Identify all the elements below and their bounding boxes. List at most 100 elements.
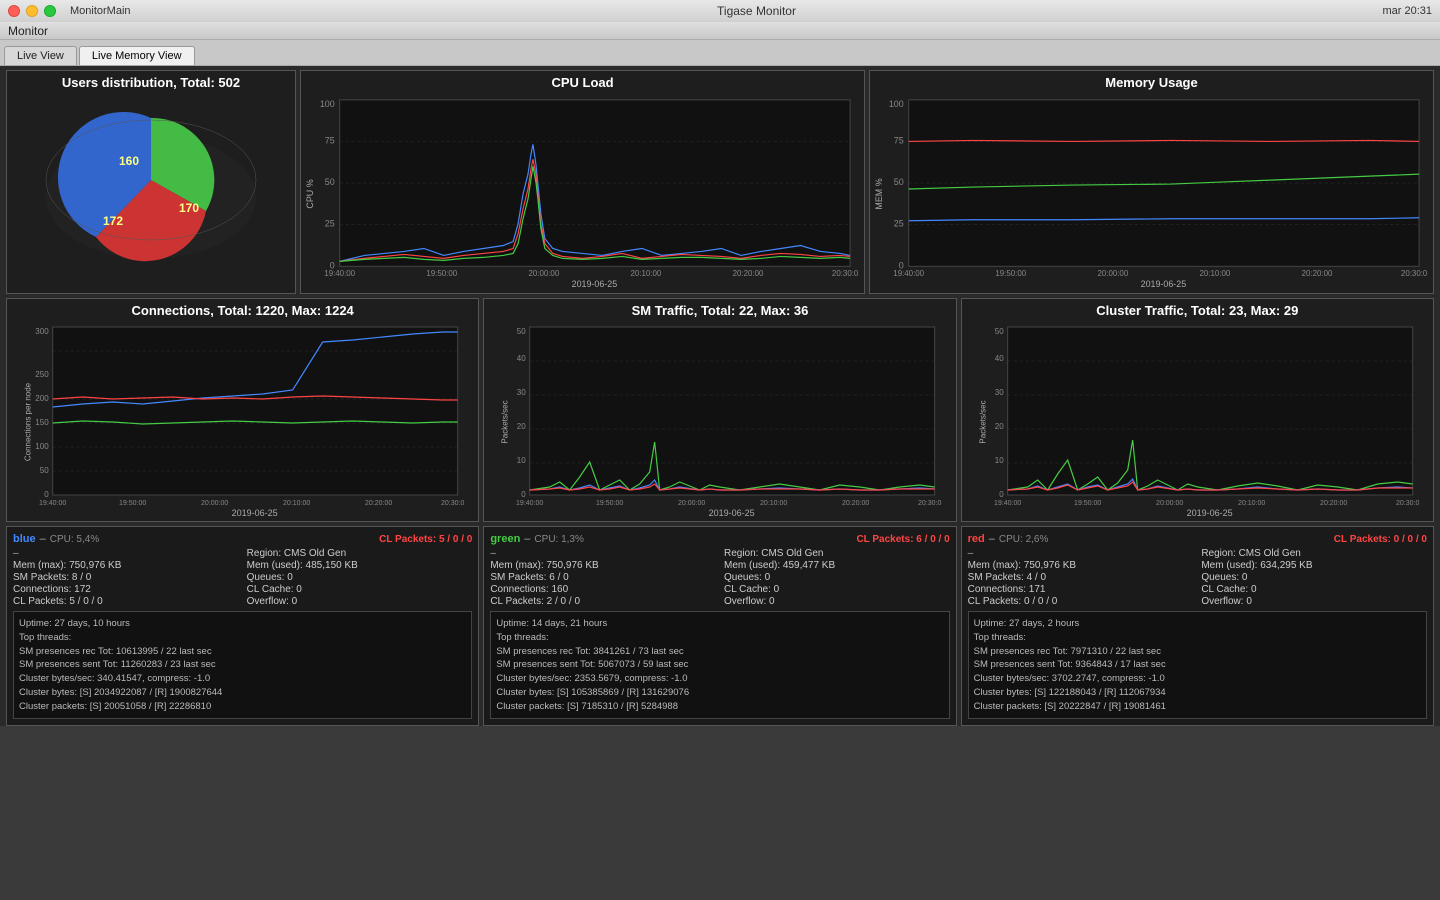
menu-item-monitor[interactable]: Monitor <box>8 24 48 38</box>
node-green-connections: Connections: 160 <box>490 584 716 595</box>
pie-chart-svg: 160 170 172 <box>31 97 271 267</box>
cl-y-50: 50 <box>994 327 1003 336</box>
sm-chart: Packets/sec 0 10 20 30 40 50 19:40:00 <box>488 322 951 517</box>
node-blue-cl-packets-header: CL Packets: 5 / 0 / 0 <box>379 534 472 545</box>
maximize-button[interactable] <box>44 5 56 17</box>
node-blue-region: Region: CMS Old Gen <box>247 548 473 559</box>
node-green-queues: Queues: 0 <box>724 572 950 583</box>
conn-x-4: 20:10:00 <box>283 500 310 507</box>
mem-x-1: 19:40:00 <box>893 269 924 278</box>
node-blue-mem-used: Mem (used): 485,150 KB <box>247 560 473 571</box>
node-red-dash: – <box>989 533 995 545</box>
node-blue-name: blue <box>13 533 36 545</box>
cpu-y-25: 25 <box>325 219 335 229</box>
sm-x-1: 19:40:00 <box>516 500 543 507</box>
minimize-button[interactable] <box>26 5 38 17</box>
node-red-line4: Cluster bytes: [S] 122188043 / [R] 11206… <box>974 686 1421 700</box>
cl-x-3: 20:00:00 <box>1156 500 1183 507</box>
cpu-load-panel: CPU Load CPU % 0 25 50 75 100 <box>300 70 865 294</box>
users-distribution-panel: Users distribution, Total: 502 <box>6 70 296 294</box>
conn-y-100: 100 <box>35 442 49 451</box>
node-red-cl-cache: CL Cache: 0 <box>1201 584 1427 595</box>
mem-x-6: 20:30:0 <box>1401 269 1428 278</box>
mem-x-2: 19:50:00 <box>995 269 1026 278</box>
node-red-mem-max: Mem (max): 750,976 KB <box>968 560 1194 571</box>
cpu-y-50: 50 <box>325 177 335 187</box>
tab-live-memory-view[interactable]: Live Memory View <box>79 46 195 65</box>
node-blue-connections: Connections: 172 <box>13 584 239 595</box>
node-red-dash2: – <box>968 548 1194 559</box>
node-green-line3: Cluster bytes/sec: 2353.5679, compress: … <box>496 672 943 686</box>
pie-label-172: 172 <box>103 214 123 228</box>
node-green-name: green <box>490 533 520 545</box>
sm-y-30: 30 <box>517 388 526 397</box>
cl-x-2: 19:50:00 <box>1074 500 1101 507</box>
memory-usage-panel: Memory Usage MEM % 0 25 50 75 100 19:40:… <box>869 70 1434 294</box>
cpu-x-1: 19:40:00 <box>324 269 355 278</box>
node-red-overflow: Overflow: 0 <box>1201 596 1427 607</box>
cl-y-30: 30 <box>994 388 1003 397</box>
cpu-load-chart: CPU % 0 25 50 75 100 19:40 <box>305 94 860 289</box>
mem-y-label: MEM % <box>874 178 884 209</box>
menu-bar: Monitor <box>0 22 1440 40</box>
node-green-line1: SM presences rec Tot: 3841261 / 73 last … <box>496 645 943 659</box>
cl-date: 2019-06-25 <box>1186 508 1232 517</box>
sm-x-3: 20:00:00 <box>678 500 705 507</box>
node-red-line3: Cluster bytes/sec: 3702.2747, compress: … <box>974 672 1421 686</box>
pie-chart: 160 170 172 <box>11 94 291 269</box>
conn-x-5: 20:20:00 <box>365 500 392 507</box>
pie-label-170: 170 <box>179 201 199 215</box>
sm-traffic-title: SM Traffic, Total: 22, Max: 36 <box>488 303 951 318</box>
node-blue-details: Uptime: 27 days, 10 hours Top threads: S… <box>13 611 472 719</box>
time-display: mar 20:31 <box>1382 5 1432 17</box>
node-green-dash: – <box>524 533 530 545</box>
cpu-y-label: CPU % <box>305 179 315 208</box>
memory-usage-title: Memory Usage <box>874 75 1429 90</box>
cl-y-20: 20 <box>994 422 1003 431</box>
node-red-line5: Cluster packets: [S] 20222847 / [R] 1908… <box>974 700 1421 714</box>
node-green-line5: Cluster packets: [S] 7185310 / [R] 52849… <box>496 700 943 714</box>
node-red-details: Uptime: 27 days, 2 hours Top threads: SM… <box>968 611 1427 719</box>
node-blue-line5: Cluster packets: [S] 20051058 / [R] 2228… <box>19 700 466 714</box>
node-blue-queues: Queues: 0 <box>247 572 473 583</box>
node-green-cl-cache: CL Cache: 0 <box>724 584 950 595</box>
sm-y-10: 10 <box>517 456 526 465</box>
conn-date: 2019-06-25 <box>232 508 278 517</box>
cluster-traffic-panel: Cluster Traffic, Total: 23, Max: 29 Pack… <box>961 298 1434 522</box>
sm-y-40: 40 <box>517 354 526 363</box>
conn-y-label: Connections per node <box>24 382 33 461</box>
tab-live-view[interactable]: Live View <box>4 46 77 65</box>
node-blue-dash2: – <box>13 548 239 559</box>
node-green-cl-packets2: CL Packets: 2 / 0 / 0 <box>490 596 716 607</box>
node-red-sm-packets: SM Packets: 4 / 0 <box>968 572 1194 583</box>
node-green-top-threads: Top threads: <box>496 631 943 645</box>
system-tray: mar 20:31 <box>1382 5 1432 17</box>
conn-y-50: 50 <box>40 466 49 475</box>
cpu-x-6: 20:30:0 <box>832 269 859 278</box>
node-info-row: blue – CPU: 5,4% CL Packets: 5 / 0 / 0 –… <box>6 526 1434 726</box>
node-red-cl-packets-header: CL Packets: 0 / 0 / 0 <box>1334 534 1427 545</box>
cpu-chart-bg <box>340 100 850 267</box>
window-controls: MonitorMain <box>8 5 131 17</box>
cpu-load-title: CPU Load <box>305 75 860 90</box>
node-blue-uptime: Uptime: 27 days, 10 hours <box>19 617 466 631</box>
cpu-y-75: 75 <box>325 135 335 145</box>
node-blue-cl-cache: CL Cache: 0 <box>247 584 473 595</box>
sm-y-0: 0 <box>522 490 527 499</box>
node-green-line4: Cluster bytes: [S] 105385869 / [R] 13162… <box>496 686 943 700</box>
mem-y-100: 100 <box>889 99 904 109</box>
node-green-mem-used: Mem (used): 459,477 KB <box>724 560 950 571</box>
cpu-x-2: 19:50:00 <box>426 269 457 278</box>
node-green-region: Region: CMS Old Gen <box>724 548 950 559</box>
node-blue-line4: Cluster bytes: [S] 2034922087 / [R] 1900… <box>19 686 466 700</box>
node-green-cpu: CPU: 1,3% <box>534 534 583 545</box>
node-red-connections: Connections: 171 <box>968 584 1194 595</box>
node-red-name: red <box>968 533 985 545</box>
conn-x-1: 19:40:00 <box>39 500 66 507</box>
node-blue-cl-packets2: CL Packets: 5 / 0 / 0 <box>13 596 239 607</box>
sm-x-5: 20:20:00 <box>842 500 869 507</box>
sm-y-label: Packets/sec <box>501 400 510 443</box>
close-button[interactable] <box>8 5 20 17</box>
connections-chart: Connections per node 0 50 100 150 200 25… <box>11 322 474 517</box>
node-blue-line2: SM presences sent Tot: 11260283 / 23 las… <box>19 658 466 672</box>
